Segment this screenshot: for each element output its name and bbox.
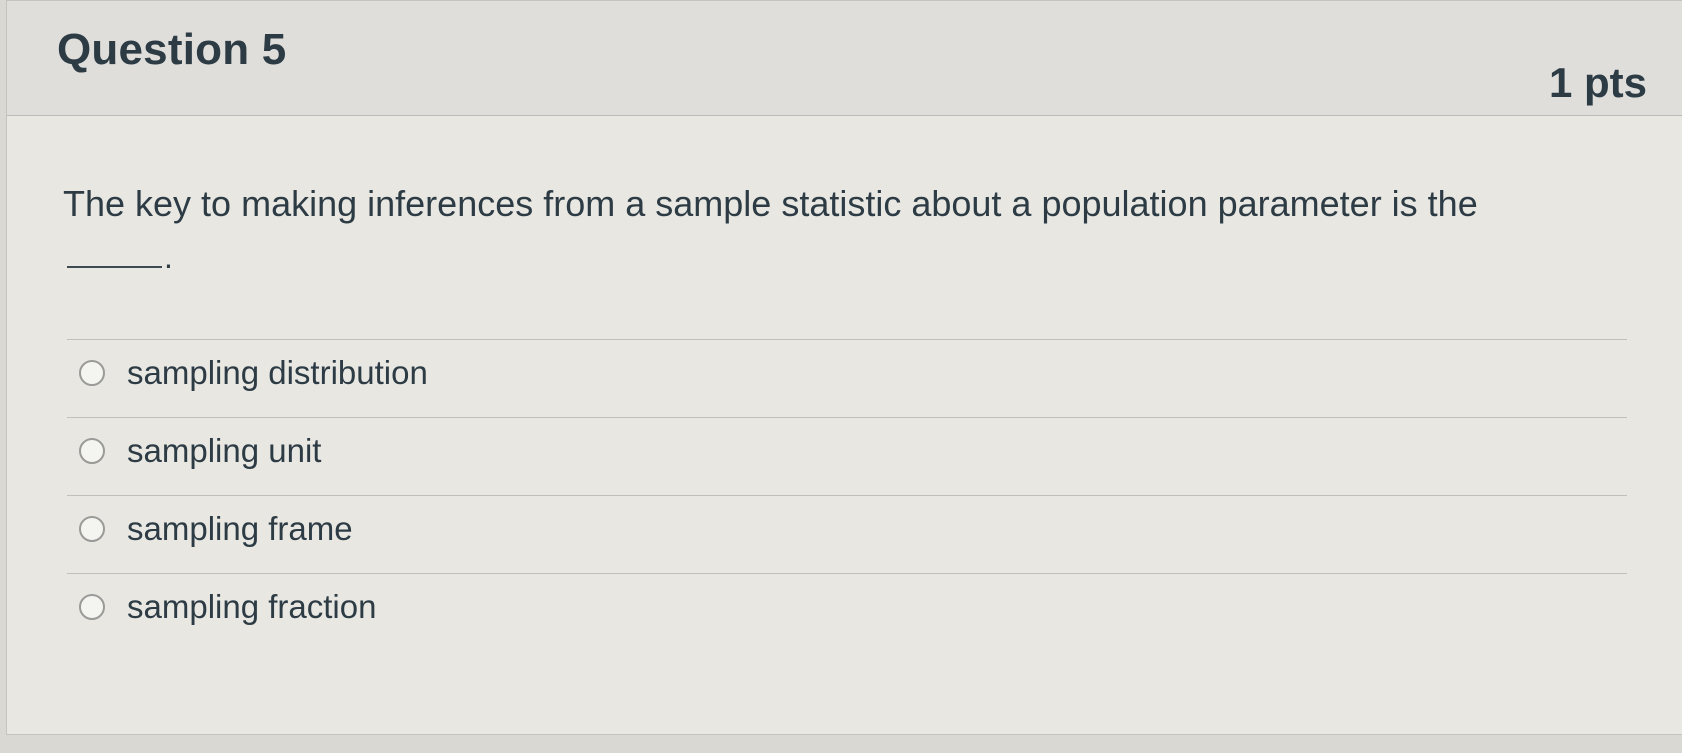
question-text: The key to making inferences from a samp… [63, 183, 1478, 224]
answers-top-divider [67, 339, 1627, 340]
answer-divider [67, 495, 1627, 496]
question-card: Question 5 1 pts The key to making infer… [6, 0, 1682, 735]
radio-button[interactable] [79, 438, 105, 464]
answer-divider [67, 573, 1627, 574]
question-points: 1 pts [1548, 59, 1647, 106]
radio-button[interactable] [79, 516, 105, 542]
answer-label: sampling distribution [127, 354, 428, 391]
answer-option-sampling-unit[interactable]: sampling unit [79, 421, 321, 481]
question-title: Question 5 [57, 25, 287, 74]
answer-option-sampling-frame[interactable]: sampling frame [79, 499, 353, 559]
question-header: Question 5 1 pts [7, 1, 1682, 116]
question-blank: . [67, 239, 173, 276]
radio-button[interactable] [79, 594, 105, 620]
answer-label: sampling fraction [127, 588, 377, 625]
fill-in-blank-line [67, 266, 162, 268]
blank-suffix: . [164, 239, 173, 275]
answer-option-sampling-distribution[interactable]: sampling distribution [79, 343, 428, 403]
answer-label: sampling unit [127, 432, 322, 469]
answer-option-sampling-fraction[interactable]: sampling fraction [79, 577, 376, 637]
answer-divider [67, 417, 1627, 418]
answer-label: sampling frame [127, 510, 353, 547]
radio-button[interactable] [79, 360, 105, 386]
